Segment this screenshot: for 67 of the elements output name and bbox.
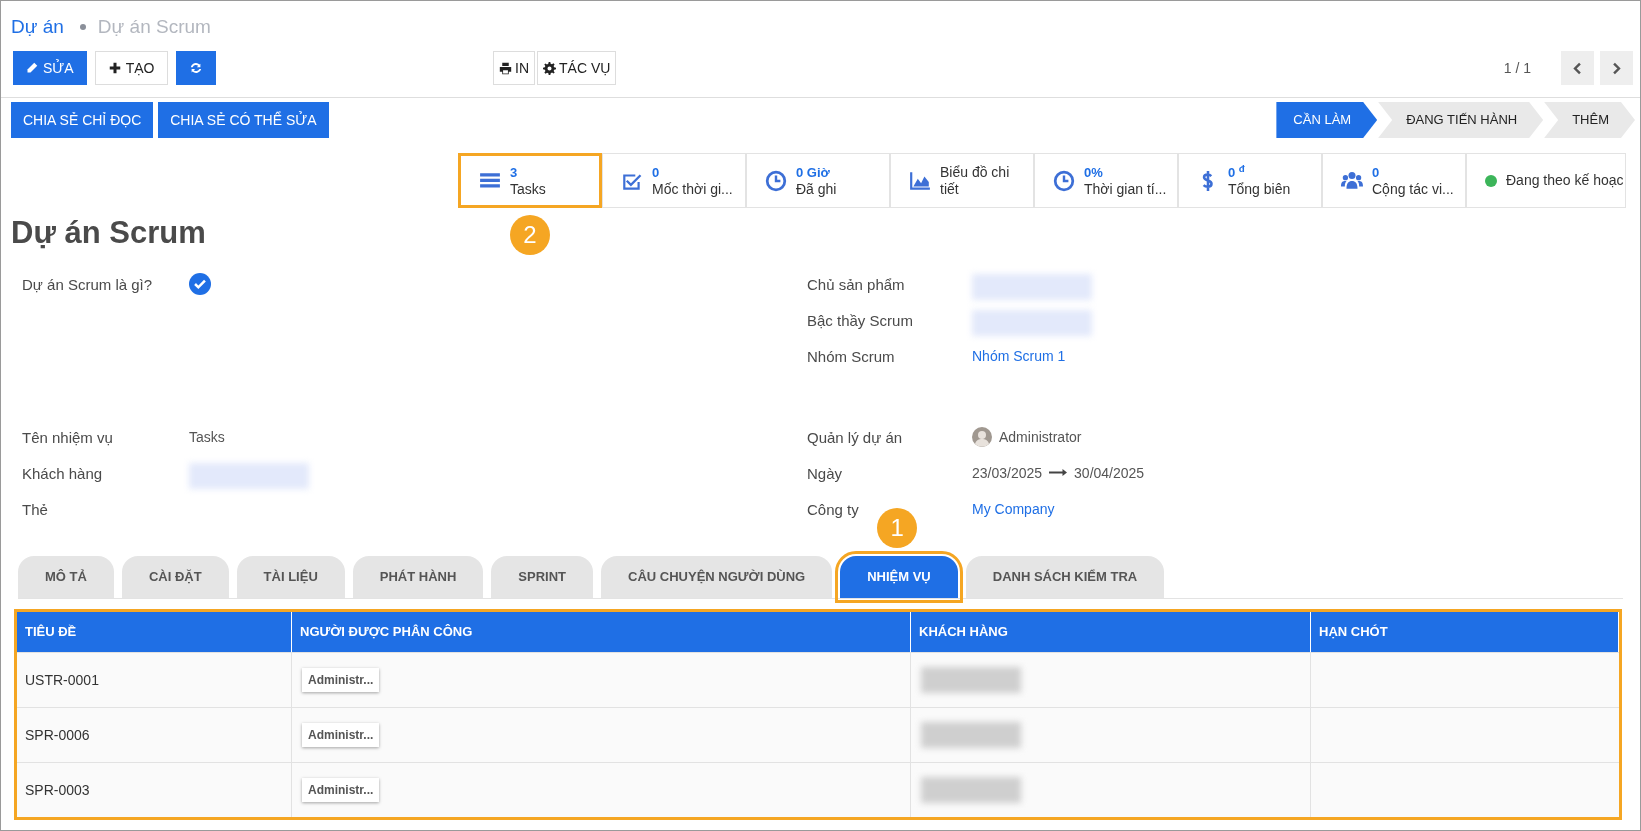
stage-button[interactable]: CẦN LÀM — [1276, 102, 1378, 138]
tab[interactable]: TÀI LIỆU — [236, 556, 345, 598]
field-label: Thẻ — [22, 500, 49, 520]
create-button[interactable]: TẠO — [94, 51, 169, 85]
breadcrumb-link[interactable]: Dự án — [11, 12, 64, 42]
users-icon — [1341, 169, 1363, 192]
chevron-right-icon — [1612, 61, 1621, 75]
clock-icon — [765, 169, 787, 192]
area-chart-icon — [909, 169, 931, 192]
stat-button[interactable]: Đang theo kế hoạc — [1466, 153, 1626, 208]
clock-icon — [1053, 169, 1075, 192]
stage-button[interactable]: THÊM — [1544, 102, 1635, 138]
callout-number: 1 — [877, 508, 918, 548]
field-label: Bậc thầy Scrum — [807, 311, 914, 331]
tab[interactable]: MÔ TẢ — [18, 556, 114, 598]
printer-icon — [499, 61, 512, 75]
previous-button[interactable] — [1561, 51, 1594, 85]
start-date: 23/03/2025 — [972, 464, 1043, 483]
tab[interactable]: PHÁT HÀNH — [352, 556, 484, 598]
user-tag: Administr... — [302, 778, 380, 802]
checkbox-icon[interactable] — [189, 273, 211, 295]
stat-button[interactable]: 0 Mốc thời gi... — [602, 153, 746, 208]
field-label: Dự án Scrum là gì? — [22, 275, 154, 295]
end-date: 30/04/2025 — [1074, 464, 1145, 483]
field-label: Quản lý dự án — [807, 428, 904, 448]
plus-icon — [108, 62, 121, 74]
field-link[interactable]: Nhóm Scrum 1 — [972, 346, 1066, 367]
pager-text: 1 / 1 — [1503, 58, 1531, 78]
pencil-icon — [26, 62, 38, 74]
field-label: Nhóm Scrum — [807, 347, 896, 367]
stat-button[interactable]: 3 Tasks — [458, 153, 602, 208]
edit-button[interactable]: SỬA — [13, 51, 87, 85]
user-tag: Administr... — [302, 723, 380, 747]
field-value: Tasks — [189, 428, 225, 447]
breadcrumb-current: Dự án Scrum — [97, 14, 211, 39]
record-title: Dự án Scrum — [11, 214, 206, 252]
stat-button[interactable]: 0% Thời gian tí... — [1034, 153, 1178, 208]
field-link[interactable]: My Company — [972, 499, 1055, 520]
user-name: Administrator — [999, 428, 1082, 447]
chevron-left-icon — [1573, 61, 1582, 75]
callout-number: 2 — [510, 215, 550, 255]
field-label: Chủ sản phẩm — [807, 275, 906, 295]
next-button[interactable] — [1600, 51, 1633, 85]
avatar-icon — [972, 427, 992, 447]
stat-button[interactable]: 0 $^{đ}$ Tổng biên — [1178, 153, 1322, 208]
stage-button[interactable]: ĐANG TIẾN HÀNH — [1378, 102, 1544, 138]
stat-button[interactable]: Biểu đồ chi tiết — [890, 153, 1034, 208]
stat-button[interactable]: 0 Cộng tác vi... — [1322, 153, 1466, 208]
field-label: Khách hàng — [22, 464, 104, 484]
refresh-button[interactable] — [176, 51, 217, 85]
share-button[interactable]: CHIA SẺ CÓ THỂ SỬA — [158, 102, 329, 138]
print-button[interactable]: IN — [493, 51, 535, 85]
tab[interactable]: SPRINT — [491, 556, 593, 598]
table-cell: SPR-0003 — [17, 763, 292, 817]
action-button[interactable]: TÁC VỤ — [537, 51, 617, 85]
field-label: Tên nhiệm vụ — [22, 428, 114, 448]
gear-icon — [543, 61, 556, 75]
arrow-right-icon — [1049, 468, 1068, 477]
stat-button[interactable]: 0 Giờ Đã ghi — [746, 153, 890, 208]
user-tag: Administr... — [302, 668, 380, 692]
tab[interactable]: DANH SÁCH KIỂM TRA — [965, 556, 1165, 598]
refresh-icon — [189, 61, 204, 75]
tab[interactable]: CÀI ĐẶT — [121, 556, 229, 598]
field-label: Công ty — [807, 500, 860, 520]
field-label: Ngày — [807, 464, 844, 484]
tab[interactable]: CÂU CHUYỆN NGƯỜI DÙNG — [601, 556, 833, 598]
share-button[interactable]: CHIA SẺ CHỈ ĐỌC — [11, 102, 154, 138]
